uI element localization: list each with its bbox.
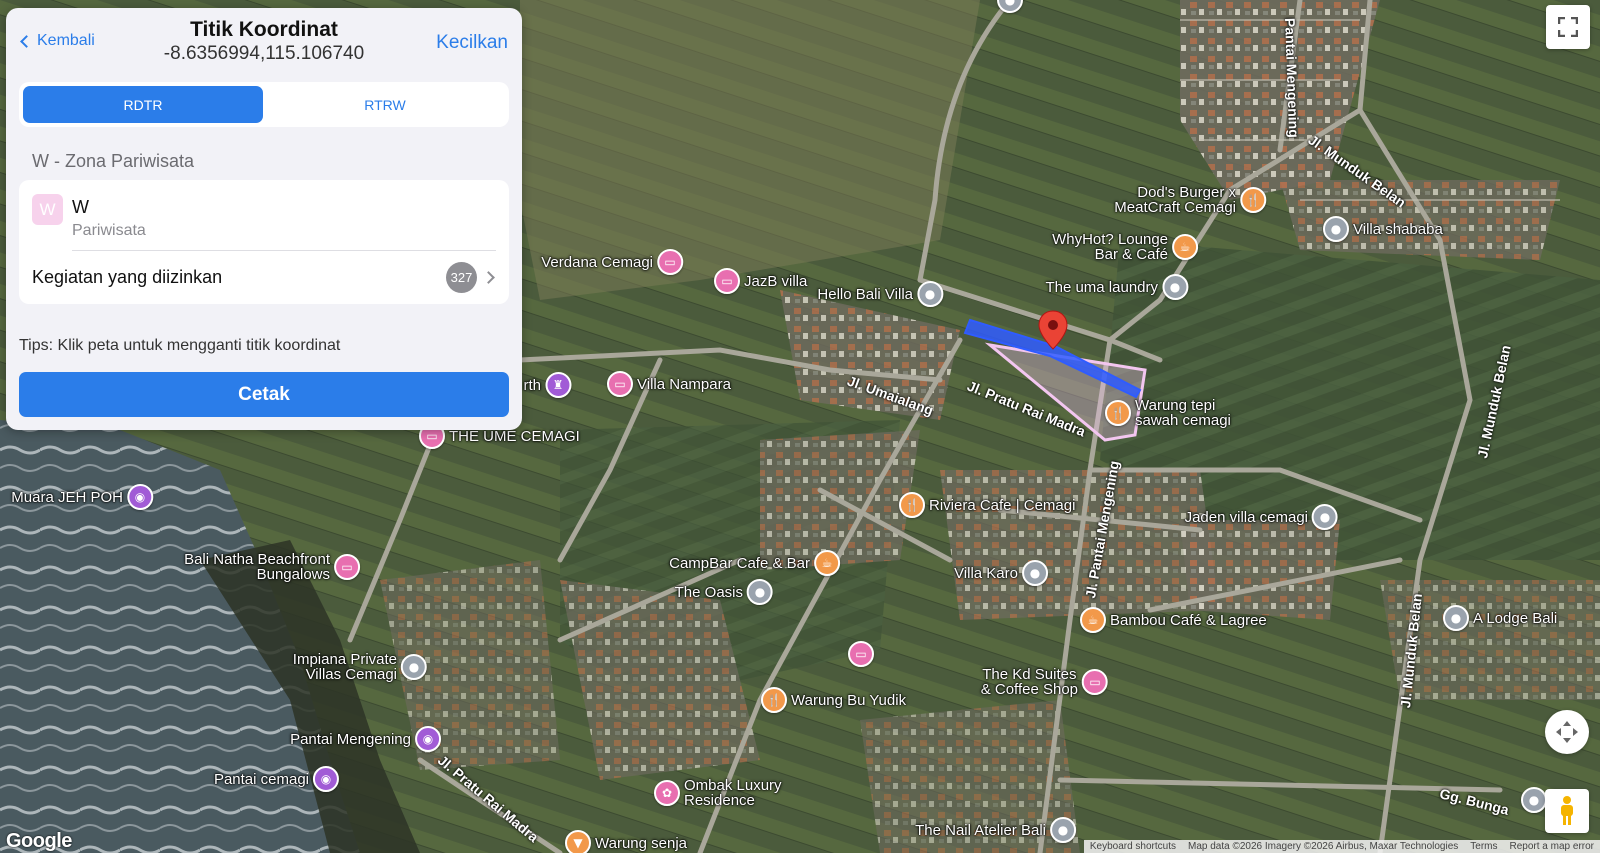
report-error-link[interactable]: Report a map error <box>1504 840 1600 853</box>
poi-hello-bali-villa[interactable]: ● Hello Bali Villa <box>817 281 943 307</box>
pegman-icon <box>1561 796 1573 825</box>
plan-tabs: RDTR RTRW <box>19 82 509 127</box>
pin-icon: ● <box>1022 560 1048 586</box>
poi-nail-atelier[interactable]: ● The Nail Atelier Bali <box>915 817 1076 843</box>
google-logo: Google <box>6 830 72 852</box>
print-button[interactable]: Cetak <box>19 372 509 417</box>
camera-icon: ◉ <box>415 726 441 752</box>
poi-a-lodge-bali[interactable]: ● A Lodge Bali <box>1443 605 1557 631</box>
pin-icon: ● <box>1443 605 1469 631</box>
pin-icon: ● <box>1521 787 1547 813</box>
bed-icon: ▭ <box>334 554 360 580</box>
poi-pantai-mengening[interactable]: ◉ Pantai Mengening <box>290 726 441 752</box>
permitted-activities-label: Kegiatan yang diizinkan <box>32 267 223 287</box>
poi-villa-shababa[interactable]: ● Villa shababa <box>1323 216 1443 242</box>
pin-icon: ● <box>1050 817 1076 843</box>
cup-icon: ☕ <box>814 550 840 576</box>
pin-icon: ● <box>997 0 1023 13</box>
zone-name: Pariwisata <box>72 222 146 239</box>
fork-icon: 🍴 <box>1105 400 1131 426</box>
poi-warung-tepi-sawah[interactable]: 🍴 Warung tepi sawah cemagi <box>1105 398 1231 428</box>
coordinate-panel: Kembali Titik Koordinat -8.6356994,115.1… <box>6 8 522 430</box>
activities-count-badge: 327 <box>446 262 477 293</box>
tips-text: Tips: Klik peta untuk mengganti titik ko… <box>19 337 341 354</box>
bed-icon: ▭ <box>657 249 683 275</box>
collapse-button[interactable]: Kecilkan <box>436 32 508 54</box>
pin-icon: ● <box>401 654 427 680</box>
pin-icon: ● <box>1312 504 1338 530</box>
spa-icon: ✿ <box>654 780 680 806</box>
poi-ombak-luxury[interactable]: ✿ Ombak Luxury Residence <box>654 778 782 808</box>
poi-hotel-unnamed[interactable]: ▭ <box>848 641 878 667</box>
fork-icon: 🍴 <box>899 492 925 518</box>
cup-icon: ☕ <box>1080 607 1106 633</box>
zone-heading: W - Zona Pariwisata <box>32 151 195 171</box>
chevron-right-icon <box>482 271 495 284</box>
pin-icon: ● <box>1323 216 1349 242</box>
poi-bambou-cafe[interactable]: ☕ Bambou Café & Lagree <box>1080 607 1267 633</box>
poi-warung-senja[interactable]: ▼ Warung senja <box>565 830 687 853</box>
poi-villa-nampara[interactable]: ▭ Villa Nampara <box>607 371 731 397</box>
pin-icon: ● <box>747 579 773 605</box>
pan-arrows-icon <box>1556 721 1578 743</box>
tab-rdtr[interactable]: RDTR <box>23 86 263 123</box>
keyboard-shortcuts-link[interactable]: Keyboard shortcuts <box>1084 840 1182 853</box>
poi-riviera-cafe[interactable]: 🍴 Riviera Cafe | Cemagi <box>899 492 1075 518</box>
fullscreen-button[interactable] <box>1546 5 1590 49</box>
bed-icon: ▭ <box>848 641 874 667</box>
fork-icon: 🍴 <box>761 687 787 713</box>
poi-impiana-villas[interactable]: ● Impiana Private Villas Cemagi <box>293 652 427 682</box>
bed-icon: ▭ <box>714 268 740 294</box>
tab-rtrw[interactable]: RTRW <box>265 86 505 123</box>
terms-link[interactable]: Terms <box>1464 840 1503 853</box>
poi-jaden-villa[interactable]: ● Jaden villa cemagi <box>1185 504 1338 530</box>
poi-dods-burger[interactable]: 🍴 Dod's Burger x MeatCraft Cemagi <box>1114 185 1266 215</box>
poi-rth[interactable]: ♜ rth <box>523 372 571 398</box>
poi-bali-natha[interactable]: ▭ Bali Natha Beachfront Bungalows <box>184 552 360 582</box>
poi-muara-jeh-poh[interactable]: ◉ Muara JEH POH <box>11 484 153 510</box>
poi-jazb-villa[interactable]: ▭ JazB villa <box>714 268 807 294</box>
zone-card: W W Pariwisata Kegiatan yang diizinkan 3… <box>19 180 509 304</box>
bed-icon: ▭ <box>607 371 633 397</box>
street-view-button[interactable] <box>1545 789 1589 833</box>
zone-code: W <box>72 197 89 217</box>
cup-icon: ☕ <box>1172 234 1198 260</box>
camera-icon: ◉ <box>313 766 339 792</box>
pin-icon: ● <box>917 281 943 307</box>
map-data-text: Map data ©2026 Imagery ©2026 Airbus, Max… <box>1188 841 1459 852</box>
poi-villa-karo[interactable]: ● Villa Karo <box>954 560 1048 586</box>
camera-icon: ◉ <box>127 484 153 510</box>
chess-icon: ♜ <box>545 372 571 398</box>
poi-place-unnamed-2[interactable]: ● <box>997 0 1027 13</box>
camera-control-button[interactable] <box>1545 710 1589 754</box>
fullscreen-icon <box>1558 17 1578 37</box>
location-marker-icon <box>1038 310 1068 350</box>
pin-icon: ● <box>1162 274 1188 300</box>
poi-uma-laundry[interactable]: ● The uma laundry <box>1045 274 1188 300</box>
zone-badge: W <box>32 194 63 225</box>
poi-campbar[interactable]: ☕ CampBar Cafe & Bar <box>669 550 840 576</box>
poi-the-oasis[interactable]: ● The Oasis <box>675 579 773 605</box>
map-attribution: Keyboard shortcuts Map data ©2026 Imager… <box>1083 840 1600 853</box>
drink-icon: ▼ <box>565 830 591 853</box>
fork-icon: 🍴 <box>1240 187 1266 213</box>
poi-whyhot-lounge[interactable]: ☕ WhyHot? Lounge Bar & Café <box>1052 232 1198 262</box>
poi-warung-bu-yudik[interactable]: 🍴 Warung Bu Yudik <box>761 687 906 713</box>
permitted-activities-row[interactable]: Kegiatan yang diizinkan 327 <box>19 251 509 304</box>
poi-pantai-cemagi[interactable]: ◉ Pantai cemagi <box>214 766 339 792</box>
poi-kd-suites[interactable]: ▭ The Kd Suites & Coffee Shop <box>981 667 1108 697</box>
panel-header: Kembali Titik Koordinat -8.6356994,115.1… <box>6 8 522 74</box>
poi-verdana-cemagi[interactable]: ▭ Verdana Cemagi <box>541 249 683 275</box>
bed-icon: ▭ <box>1082 669 1108 695</box>
